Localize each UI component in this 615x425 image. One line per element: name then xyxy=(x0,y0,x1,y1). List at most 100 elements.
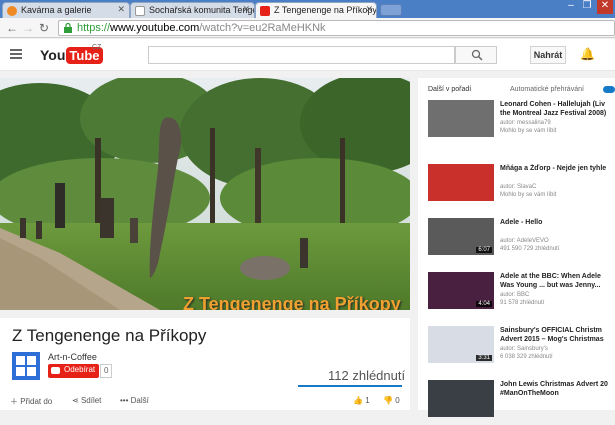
url-scheme: https:// xyxy=(77,22,111,34)
video-item-author: autor: AdeleVEVO xyxy=(500,238,549,244)
dislike-count: 0 xyxy=(395,396,400,405)
search-input[interactable] xyxy=(148,46,455,64)
close-window-icon[interactable]: ✕ xyxy=(597,0,613,14)
video-player[interactable]: Z Tengenenge na Příkopy xyxy=(0,78,410,310)
close-icon[interactable]: ✕ xyxy=(242,4,250,15)
new-tab-button[interactable] xyxy=(380,4,402,16)
close-icon[interactable]: ✕ xyxy=(365,4,373,15)
like-count: 1 xyxy=(365,396,370,405)
sidebar-video-item[interactable]: 4:04 Adele at the BBC: When Adele Was Youn… xyxy=(428,272,615,317)
video-item-title-line1: Leonard Cohen - Hallelujah (Liv xyxy=(500,101,606,108)
share-icon: ⋖ xyxy=(72,396,79,405)
video-item-title-line2: Advert 2015 – Mog's Christmas xyxy=(500,336,604,343)
close-icon[interactable]: ✕ xyxy=(117,4,125,15)
video-info-panel: Z Tengenenge na Příkopy Art-n-Coffee Ode… xyxy=(0,318,410,410)
dislike-button[interactable]: 👎 0 xyxy=(383,396,400,405)
video-item-author: autor: Sainsbury's xyxy=(500,346,548,352)
video-item-title-line2: #ManOnTheMoon xyxy=(500,390,559,397)
share-button[interactable]: ⋖ Sdílet xyxy=(72,396,101,405)
search-icon xyxy=(471,49,483,61)
video-thumbnail[interactable]: 3:31 xyxy=(428,326,494,363)
youtube-logo[interactable]: You Tube CZ xyxy=(40,44,103,65)
video-item-views: 6 038 329 zhlédnutí xyxy=(500,354,553,360)
tab-youtube[interactable]: Z Tengenenge na Příkopy ✕ xyxy=(255,2,377,18)
sidebar-video-item[interactable]: Leonard Cohen - Hallelujah (Liv the Montr… xyxy=(428,100,615,145)
video-overlay-title: Z Tengenenge na Příkopy xyxy=(183,294,401,310)
subscribe-label: Odebírat xyxy=(64,365,96,374)
notifications-icon[interactable]: 🔔 xyxy=(580,47,595,61)
like-button[interactable]: 👍 1 xyxy=(353,396,370,405)
video-duration: 4:04 xyxy=(476,301,492,307)
action-bar: ＋ Přidat do ⋖ Sdílet ••• Další 👍 1 👎 0 xyxy=(0,392,410,410)
autoplay-toggle[interactable] xyxy=(603,86,615,93)
youtube-favicon-icon xyxy=(260,6,270,16)
youtube-icon xyxy=(51,367,60,374)
minimize-icon[interactable]: – xyxy=(564,0,578,14)
video-thumbnail[interactable] xyxy=(428,164,494,201)
more-label: Další xyxy=(130,396,149,405)
upload-button[interactable]: Nahrát xyxy=(530,46,566,64)
video-thumbnail[interactable] xyxy=(428,380,494,417)
maximize-icon[interactable]: ❐ xyxy=(580,0,594,14)
subscribe-button[interactable]: Odebírat xyxy=(48,364,100,378)
channel-name[interactable]: Art-n-Coffee xyxy=(48,352,97,362)
video-item-title-line1: Adele - Hello xyxy=(500,219,543,226)
video-item-title-line2: Was Young ... but was Jenny... xyxy=(500,282,601,289)
video-item-title[interactable]: Leonard Cohen - Hallelujah (Liv the Montr… xyxy=(500,100,615,118)
tab-socharska[interactable]: Sochařská komunita Tengene ✕ xyxy=(130,2,255,18)
region-label: CZ xyxy=(92,44,102,51)
video-item-author: autor: messalina79 xyxy=(500,120,551,126)
video-item-title[interactable]: Sainsbury's OFFICIAL Christm Advert 2015 … xyxy=(500,326,615,344)
more-button[interactable]: ••• Další xyxy=(120,396,149,405)
video-duration: 3:31 xyxy=(476,355,492,361)
favicon-icon xyxy=(7,6,17,16)
video-item-author: autor: BBC xyxy=(500,292,530,298)
video-item-views: 491 590 729 zhlédnutí xyxy=(500,246,560,252)
video-thumbnail[interactable] xyxy=(428,100,494,137)
youtube-header: You Tube CZ Nahrát 🔔 xyxy=(0,39,615,71)
tab-title: Sochařská komunita Tengene xyxy=(149,5,254,15)
menu-icon[interactable] xyxy=(10,49,22,59)
avatar-icon xyxy=(12,352,40,380)
sidebar-video-item[interactable]: 6:07 Adele - Hello autor: AdeleVEVO 491 590… xyxy=(428,218,615,263)
sidebar-video-item[interactable]: 3:31 Sainsbury's OFFICIAL Christm Advert 2… xyxy=(428,326,615,371)
video-thumbnail[interactable]: 4:04 xyxy=(428,272,494,309)
more-icon: ••• xyxy=(120,396,129,405)
up-next-sidebar: Další v pořadí Automatické přehrávání Le… xyxy=(418,78,615,417)
logo-you-text: You xyxy=(40,47,66,63)
video-frame-image xyxy=(0,78,410,310)
share-label: Sdílet xyxy=(80,396,102,405)
tab-kavarna[interactable]: Kavárna a galerie ✕ xyxy=(2,2,130,18)
sidebar-video-item[interactable]: John Lewis Christmas Advert 20 #ManOnTheM… xyxy=(428,380,615,425)
add-to-label: Přidat do xyxy=(20,397,53,406)
autoplay-label: Automatické přehrávání xyxy=(510,86,584,93)
url-path: /watch?v=eu2RaMeHKNk xyxy=(199,22,326,34)
thumbs-down-icon: 👎 xyxy=(383,396,393,405)
lock-icon xyxy=(64,23,72,33)
video-item-title-line1: Sainsbury's OFFICIAL Christm xyxy=(500,327,602,334)
video-item-title[interactable]: Adele - Hello xyxy=(500,218,615,227)
back-icon[interactable]: ← xyxy=(6,21,18,35)
video-item-author: autor: SlavaC xyxy=(500,184,537,190)
up-next-heading: Další v pořadí xyxy=(428,86,472,93)
forward-icon[interactable]: → xyxy=(22,21,34,35)
view-count: 112 zhlédnutí xyxy=(328,368,406,383)
video-item-title[interactable]: Mňága a Žďorp - Nejde jen tyhle xyxy=(500,164,615,173)
video-item-title-line1: Mňága a Žďorp - Nejde jen tyhle xyxy=(500,165,607,172)
channel-avatar[interactable] xyxy=(12,352,40,380)
video-thumbnail[interactable]: 6:07 xyxy=(428,218,494,255)
sidebar-video-item[interactable]: Mňága a Žďorp - Nejde jen tyhle autor: Sl… xyxy=(428,164,615,209)
video-title: Z Tengenenge na Příkopy xyxy=(12,326,207,345)
video-item-title[interactable]: John Lewis Christmas Advert 20 #ManOnTheM… xyxy=(500,380,615,398)
search-button[interactable] xyxy=(455,46,497,64)
video-item-views: 91 578 zhlédnutí xyxy=(500,300,545,306)
like-ratio-bar xyxy=(298,385,402,387)
url-field[interactable]: https://www.youtube.com/watch?v=eu2RaMeH… xyxy=(58,20,615,36)
reload-icon[interactable]: ↻ xyxy=(39,21,49,35)
video-item-title-line2: the Montreal Jazz Festival 2008) xyxy=(500,110,607,117)
page-icon xyxy=(135,6,145,16)
subscriber-count: 0 xyxy=(100,364,113,378)
video-item-title[interactable]: Adele at the BBC: When Adele Was Young ..… xyxy=(500,272,615,290)
tab-title: Kavárna a galerie xyxy=(21,5,92,15)
add-to-button[interactable]: ＋ Přidat do xyxy=(10,396,52,407)
